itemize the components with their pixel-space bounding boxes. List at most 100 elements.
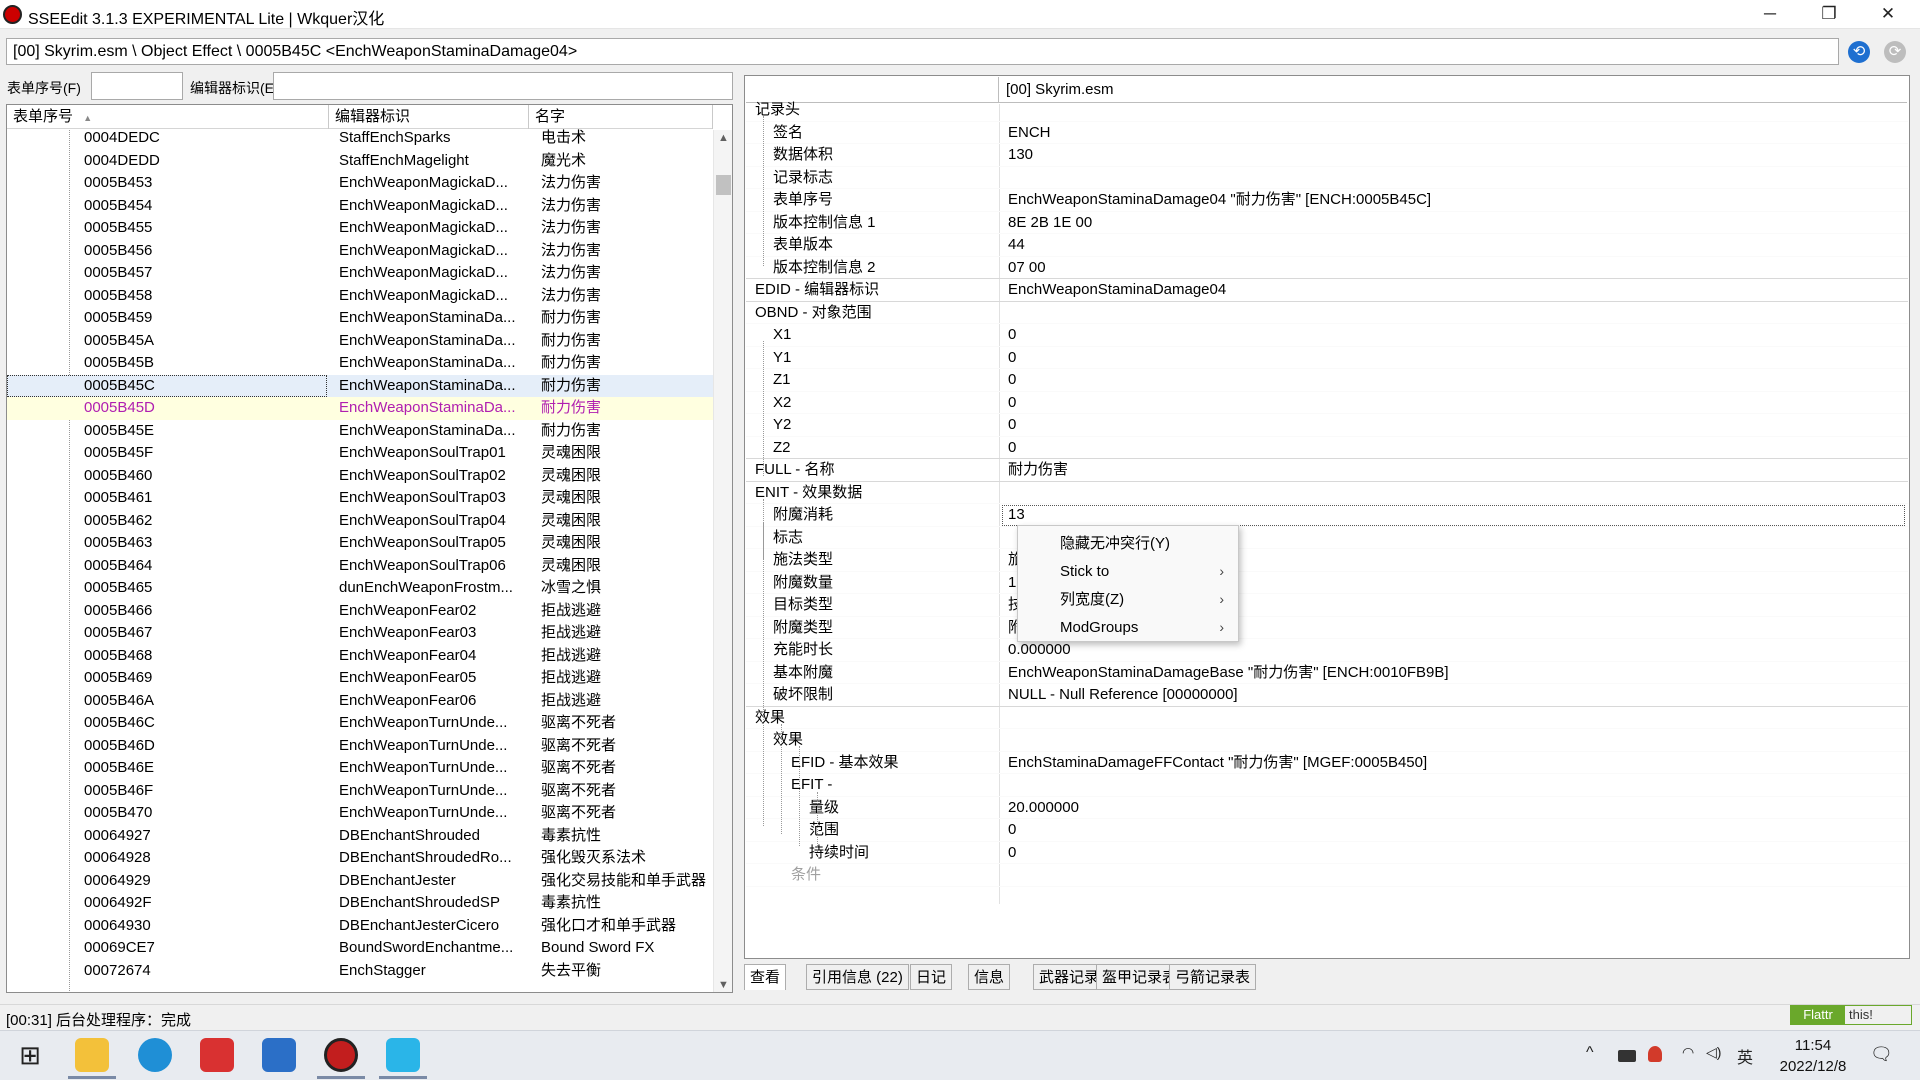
table-row[interactable]: 0005B463 EnchWeaponSoulTrap05 灵魂困限 xyxy=(7,532,713,555)
table-row[interactable]: 0005B470 EnchWeaponTurnUnde... 驱离不死者 xyxy=(7,802,713,825)
tab-2[interactable]: 日记 xyxy=(910,964,953,990)
table-row[interactable]: 0005B468 EnchWeaponFear04 拒战逃避 xyxy=(7,645,713,668)
record-field-row[interactable]: 持续时间 0 xyxy=(746,842,1908,864)
record-field-row[interactable]: 效果 xyxy=(746,729,1908,752)
record-field-row[interactable]: 效果 xyxy=(746,707,1908,729)
tab-3[interactable]: 信息 xyxy=(968,964,1011,990)
record-field-row[interactable]: 破坏限制 NULL - Null Reference [00000000] xyxy=(746,684,1908,707)
close-button[interactable]: ✕ xyxy=(1859,0,1917,29)
column-header-formid[interactable]: 表单序号 ▲ xyxy=(7,105,329,129)
table-row[interactable]: 0005B454 EnchWeaponMagickaD... 法力伤害 xyxy=(7,195,713,218)
record-field-row[interactable]: X1 0 xyxy=(746,324,1908,347)
record-list-scrollbar[interactable]: ▲ ▼ xyxy=(713,130,732,992)
back-arrow-icon[interactable]: ⟲ xyxy=(1848,41,1870,63)
table-row[interactable]: 0005B466 EnchWeaponFear02 拒战逃避 xyxy=(7,600,713,623)
record-field-row[interactable]: 充能时长 0.000000 xyxy=(746,639,1908,662)
table-row[interactable]: 0005B45B EnchWeaponStaminaDa... 耐力伤害 xyxy=(7,352,713,375)
tab-0[interactable]: 查看 xyxy=(744,964,787,990)
table-row[interactable]: 0005B45D EnchWeaponStaminaDa... 耐力伤害 xyxy=(7,397,713,420)
table-row[interactable]: 0006492F DBEnchantShroudedSP 毒素抗性 xyxy=(7,892,713,915)
record-field-row[interactable]: Z1 0 xyxy=(746,369,1908,392)
taskbar-clock[interactable]: 11:54 2022/12/8 xyxy=(1768,1035,1858,1077)
table-row[interactable]: 0005B46E EnchWeaponTurnUnde... 驱离不死者 xyxy=(7,757,713,780)
menu-item[interactable]: ModGroups › xyxy=(1018,614,1238,641)
record-field-row[interactable]: 施法类型旅 xyxy=(746,549,1908,572)
record-field-row[interactable]: 记录标志 xyxy=(746,167,1908,189)
scroll-up-icon[interactable]: ▲ xyxy=(714,132,732,144)
edge-browser-icon[interactable] xyxy=(138,1038,172,1072)
table-row[interactable]: 00064929 DBEnchantJester 强化交易技能和单手武器 xyxy=(7,870,713,893)
table-row[interactable]: 0005B459 EnchWeaponStaminaDa... 耐力伤害 xyxy=(7,307,713,330)
table-row[interactable]: 0005B46F EnchWeaponTurnUnde... 驱离不死者 xyxy=(7,780,713,803)
table-row[interactable]: 0005B461 EnchWeaponSoulTrap03 灵魂困限 xyxy=(7,487,713,510)
record-field-row[interactable]: 基本附魔 EnchWeaponStaminaDamageBase "耐力伤害" [… xyxy=(746,662,1908,684)
record-field-row[interactable]: 范围 0 xyxy=(746,819,1908,842)
minimize-button[interactable]: ─ xyxy=(1741,0,1799,29)
plugin-column-header[interactable]: [00] Skyrim.esm xyxy=(1006,81,1114,98)
record-field-row[interactable]: 附魔类型附 xyxy=(746,617,1908,639)
notification-icon[interactable]: 🗨 xyxy=(1870,1044,1893,1065)
table-row[interactable]: 00064930 DBEnchantJesterCicero 强化口才和单手武器 xyxy=(7,915,713,938)
record-field-row[interactable]: 目标类型技 xyxy=(746,594,1908,617)
notes-app-icon[interactable] xyxy=(386,1038,420,1072)
tab-6[interactable]: 弓箭记录表 xyxy=(1169,964,1257,990)
table-row[interactable]: 0005B46D EnchWeaponTurnUnde... 驱离不死者 xyxy=(7,735,713,758)
table-row[interactable]: 0005B460 EnchWeaponSoulTrap02 灵魂困限 xyxy=(7,465,713,488)
column-header-name[interactable]: 名字 xyxy=(529,105,713,129)
menu-item[interactable]: 列宽度(Z) › xyxy=(1018,586,1238,613)
record-field-row[interactable]: 附魔消耗 13 xyxy=(746,504,1908,527)
record-field-row[interactable]: 签名 ENCH xyxy=(746,122,1908,144)
table-row[interactable]: 0005B458 EnchWeaponMagickaD... 法力伤害 xyxy=(7,285,713,308)
restore-button[interactable]: ❐ xyxy=(1800,0,1858,29)
table-row[interactable]: 00069CE7 BoundSwordEnchantme... Bound Swor… xyxy=(7,937,713,960)
game-controller-icon[interactable] xyxy=(262,1038,296,1072)
table-row[interactable]: 0005B45E EnchWeaponStaminaDa... 耐力伤害 xyxy=(7,420,713,443)
record-field-row[interactable]: Y2 0 xyxy=(746,414,1908,437)
table-row[interactable]: 0005B456 EnchWeaponMagickaD... 法力伤害 xyxy=(7,240,713,263)
wps-office-icon[interactable] xyxy=(200,1038,234,1072)
table-row[interactable]: 0005B467 EnchWeaponFear03 拒战逃避 xyxy=(7,622,713,645)
record-field-row[interactable]: EDID - 编辑器标识 EnchWeaponStaminaDamage04 xyxy=(746,279,1908,302)
table-row[interactable]: 00064927 DBEnchantShrouded 毒素抗性 xyxy=(7,825,713,848)
record-field-row[interactable]: 版本控制信息 2 07 00 xyxy=(746,257,1908,279)
record-field-row[interactable]: 表单版本 44 xyxy=(746,234,1908,257)
table-row[interactable]: 0005B465 dunEnchWeaponFrostm... 冰雪之惧 xyxy=(7,577,713,600)
record-field-row[interactable]: ENIT - 效果数据 xyxy=(746,482,1908,504)
battery-icon[interactable] xyxy=(1618,1050,1636,1062)
record-field-row[interactable]: 附魔数量 1 xyxy=(746,572,1908,594)
table-row[interactable]: 00064928 DBEnchantShroudedRo... 强化毁灭系法术 xyxy=(7,847,713,870)
table-row[interactable]: 0005B46A EnchWeaponFear06 拒战逃避 xyxy=(7,690,713,713)
column-header-editorid[interactable]: 编辑器标识 xyxy=(329,105,529,129)
record-field-row[interactable]: EFIT - xyxy=(746,774,1908,797)
table-row[interactable]: 0005B45C EnchWeaponStaminaDa... 耐力伤害 xyxy=(7,374,713,397)
table-row[interactable]: 0005B462 EnchWeaponSoulTrap04 灵魂困限 xyxy=(7,510,713,533)
menu-item[interactable]: 隐藏无冲突行(Y) xyxy=(1018,530,1238,557)
scroll-down-icon[interactable]: ▼ xyxy=(714,979,732,991)
record-field-row[interactable]: X2 0 xyxy=(746,392,1908,414)
record-field-row[interactable]: 记录头 xyxy=(746,99,1908,122)
flattr-button[interactable]: Flattr this! xyxy=(1790,1005,1912,1025)
ime-indicator[interactable]: 英 xyxy=(1737,1044,1753,1068)
record-field-row[interactable]: 条件 xyxy=(746,864,1908,887)
tray-chevron-icon[interactable]: ^ xyxy=(1586,1044,1594,1062)
table-row[interactable]: 0005B453 EnchWeaponMagickaD... 法力伤害 xyxy=(7,172,713,195)
record-field-row[interactable]: 表单序号 EnchWeaponStaminaDamage04 "耐力伤害" [EN… xyxy=(746,189,1908,212)
table-row[interactable]: 0005B455 EnchWeaponMagickaD... 法力伤害 xyxy=(7,217,713,240)
record-field-row[interactable]: Z2 0 xyxy=(746,437,1908,459)
table-row[interactable]: 0005B45A EnchWeaponStaminaDa... 耐力伤害 xyxy=(7,330,713,353)
tab-1[interactable]: 引用信息 (22) xyxy=(806,964,909,990)
table-row[interactable]: 0004DEDD StaffEnchMagelight 魔光术 xyxy=(7,150,713,173)
record-field-row[interactable]: Y1 0 xyxy=(746,347,1908,369)
record-field-row[interactable]: 标志 xyxy=(746,527,1908,549)
record-field-row[interactable]: FULL - 名称 耐力伤害 xyxy=(746,459,1908,482)
scrollbar-thumb[interactable] xyxy=(716,175,731,195)
table-row[interactable]: 0005B46C EnchWeaponTurnUnde... 驱离不死者 xyxy=(7,712,713,735)
forward-arrow-icon[interactable]: ⟳ xyxy=(1884,41,1906,63)
editorid-filter-input[interactable] xyxy=(273,72,733,100)
record-field-row[interactable]: 版本控制信息 1 8E 2B 1E 00 xyxy=(746,212,1908,234)
table-row[interactable]: 0005B457 EnchWeaponMagickaD... 法力伤害 xyxy=(7,262,713,285)
record-field-row[interactable]: 数据体积 130 xyxy=(746,144,1908,167)
formid-filter-input[interactable] xyxy=(91,72,183,100)
table-row[interactable]: 0005B469 EnchWeaponFear05 拒战逃避 xyxy=(7,667,713,690)
record-field-row[interactable]: EFID - 基本效果 EnchStaminaDamageFFContact "耐… xyxy=(746,752,1908,774)
